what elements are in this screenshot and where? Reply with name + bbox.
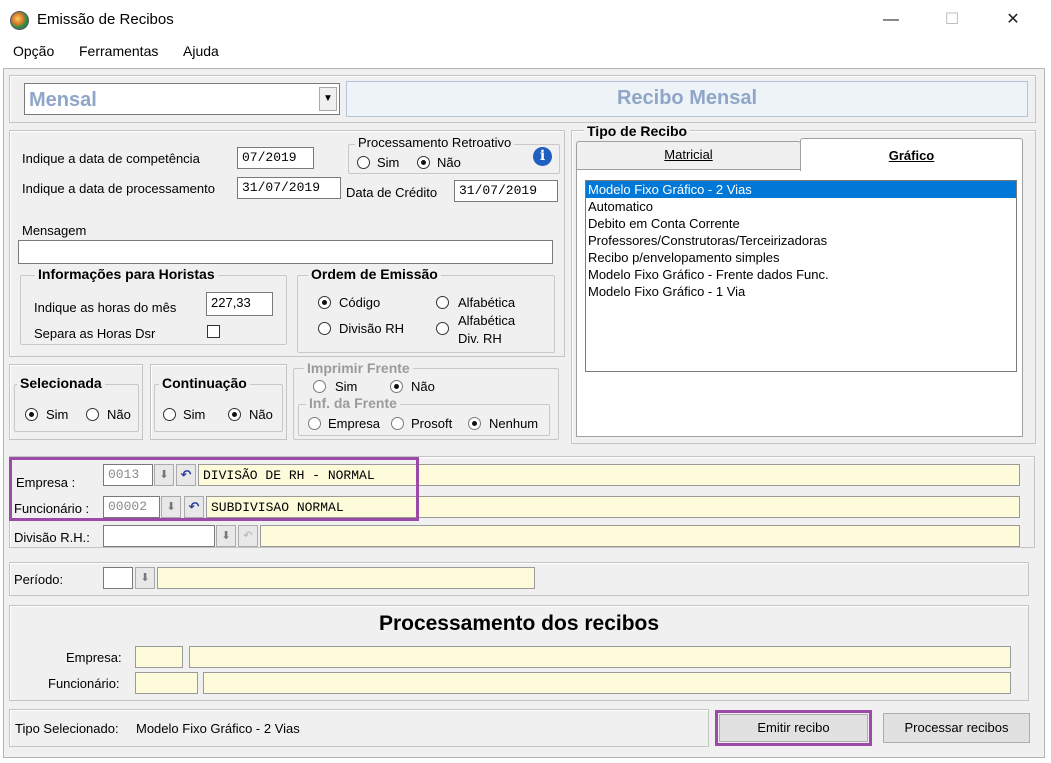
menu-opcao[interactable]: Opção xyxy=(13,43,54,59)
proc-funcionario-name xyxy=(203,672,1011,694)
close-button[interactable]: ✕ xyxy=(990,6,1036,34)
recibo-list-item[interactable]: Professores/Construtoras/Terceirizadoras xyxy=(586,232,1016,249)
mode-select[interactable]: Mensal ▼ xyxy=(24,83,340,115)
selecionada-sim-label: Sim xyxy=(46,407,69,422)
ordem-alfabetica-div-radio[interactable] xyxy=(436,322,449,335)
emitir-highlight xyxy=(715,710,872,746)
retroativo-nao-label: Não xyxy=(437,155,461,170)
ordem-alfabetica-radio[interactable] xyxy=(436,296,449,309)
recibo-list-item[interactable]: Modelo Fixo Gráfico - 1 Via xyxy=(586,283,1016,300)
imprimir-frente-title: Imprimir Frente xyxy=(304,360,413,376)
horas-label: Indique as horas do mês xyxy=(34,300,177,315)
selecionada-nao-label: Não xyxy=(107,407,131,422)
tab-grafico[interactable]: Gráfico xyxy=(800,138,1023,171)
divisao-label: Divisão R.H.: xyxy=(14,530,90,545)
periodo-label: Período: xyxy=(14,572,64,587)
recibo-list[interactable]: Modelo Fixo Gráfico - 2 Vias Automatico De… xyxy=(585,180,1017,372)
recibo-list-item[interactable]: Debito em Conta Corrente xyxy=(586,215,1016,232)
continuacao-sim-label: Sim xyxy=(183,407,206,422)
frente-sim-radio[interactable] xyxy=(313,380,326,393)
continuacao-nao-label: Não xyxy=(249,407,273,422)
info-icon[interactable]: i xyxy=(533,147,552,166)
divisao-code-input[interactable] xyxy=(103,525,215,547)
ordem-divisao-label: Divisão RH xyxy=(339,321,405,336)
selecionada-nao-radio[interactable] xyxy=(86,408,99,421)
selecionada-sim-radio[interactable] xyxy=(25,408,38,421)
retroativo-sim-radio[interactable] xyxy=(357,156,370,169)
maximize-button[interactable]: ☐ xyxy=(929,6,975,34)
horistas-title: Informações para Horistas xyxy=(35,266,218,282)
ordem-codigo-label: Código xyxy=(339,295,381,310)
processamento-title: Processamento dos recibos xyxy=(378,612,660,635)
inf-prosoft-label: Prosoft xyxy=(411,416,453,431)
dsr-checkbox[interactable] xyxy=(207,325,220,338)
continuacao-title: Continuação xyxy=(159,375,250,391)
ordem-title: Ordem de Emissão xyxy=(308,266,441,282)
frente-sim-label: Sim xyxy=(335,379,358,394)
ordem-alfabetica-div-label-1: Alfabética xyxy=(458,313,516,328)
minimize-button[interactable]: — xyxy=(868,6,914,34)
processar-recibos-button[interactable]: Processar recibos xyxy=(883,713,1030,743)
retroativo-title: Processamento Retroativo xyxy=(355,135,515,150)
menu-ferramentas[interactable]: Ferramentas xyxy=(79,43,158,59)
processamento-label: Indique a data de processamento xyxy=(22,181,215,196)
divisao-lookup-icon[interactable]: ⬇ xyxy=(216,525,236,547)
tab-matricial[interactable]: Matricial xyxy=(576,141,801,169)
selecionada-title: Selecionada xyxy=(17,375,105,391)
periodo-name-field xyxy=(157,567,535,589)
inf-nenhum-radio[interactable] xyxy=(468,417,481,430)
ordem-divisao-radio[interactable] xyxy=(318,322,331,335)
status-value: Modelo Fixo Gráfico - 2 Vias xyxy=(136,721,300,736)
periodo-code-input[interactable] xyxy=(103,567,133,589)
empresa-funcionario-highlight xyxy=(9,457,419,521)
competencia-input[interactable]: 07/2019 xyxy=(237,147,314,169)
continuacao-sim-radio[interactable] xyxy=(163,408,176,421)
inf-prosoft-radio[interactable] xyxy=(391,417,404,430)
recibo-list-item[interactable]: Modelo Fixo Gráfico - Frente dados Func. xyxy=(586,266,1016,283)
retroativo-nao-radio[interactable] xyxy=(417,156,430,169)
processamento-input[interactable]: 31/07/2019 xyxy=(237,177,341,199)
continuacao-nao-radio[interactable] xyxy=(228,408,241,421)
periodo-lookup-icon[interactable]: ⬇ xyxy=(135,567,155,589)
frente-nao-label: Não xyxy=(411,379,435,394)
status-label: Tipo Selecionado: xyxy=(15,721,119,736)
inf-nenhum-label: Nenhum xyxy=(489,416,539,431)
ordem-alfabetica-div-label-2: Div. RH xyxy=(458,331,502,346)
window-title: Emissão de Recibos xyxy=(37,11,174,28)
ordem-codigo-radio[interactable] xyxy=(318,296,331,309)
ordem-alfabetica-label: Alfabética xyxy=(458,295,516,310)
proc-funcionario-label: Funcionário: xyxy=(48,676,120,691)
proc-empresa-label: Empresa: xyxy=(66,650,122,665)
horas-input[interactable]: 227,33 xyxy=(206,292,273,316)
chevron-down-icon[interactable]: ▼ xyxy=(319,87,337,111)
mensagem-label: Mensagem xyxy=(22,223,87,238)
competencia-label: Indique a data de competência xyxy=(22,151,200,166)
mode-select-value: Mensal xyxy=(29,89,97,111)
inf-empresa-label: Empresa xyxy=(328,416,381,431)
proc-empresa-code xyxy=(135,646,183,668)
tipo-recibo-title: Tipo de Recibo xyxy=(584,123,691,139)
frente-nao-radio[interactable] xyxy=(390,380,403,393)
inf-frente-title: Inf. da Frente xyxy=(306,395,400,411)
divisao-undo-icon[interactable]: ↶ xyxy=(238,525,258,547)
dsr-label: Separa as Horas Dsr xyxy=(34,326,156,341)
app-icon xyxy=(10,11,29,30)
proc-funcionario-code xyxy=(135,672,198,694)
menu-ajuda[interactable]: Ajuda xyxy=(183,43,219,59)
mensagem-input[interactable] xyxy=(18,240,553,264)
ordem-group xyxy=(297,275,555,353)
banner-title: Recibo Mensal xyxy=(346,81,1028,117)
retroativo-sim-label: Sim xyxy=(377,155,400,170)
divisao-name-field xyxy=(260,525,1020,547)
inf-empresa-radio[interactable] xyxy=(308,417,321,430)
credito-label: Data de Crédito xyxy=(346,185,438,200)
credito-input[interactable]: 31/07/2019 xyxy=(454,180,558,202)
recibo-list-item[interactable]: Automatico xyxy=(586,198,1016,215)
recibo-list-item[interactable]: Modelo Fixo Gráfico - 2 Vias xyxy=(586,181,1016,198)
recibo-list-item[interactable]: Recibo p/envelopamento simples xyxy=(586,249,1016,266)
proc-empresa-name xyxy=(189,646,1011,668)
